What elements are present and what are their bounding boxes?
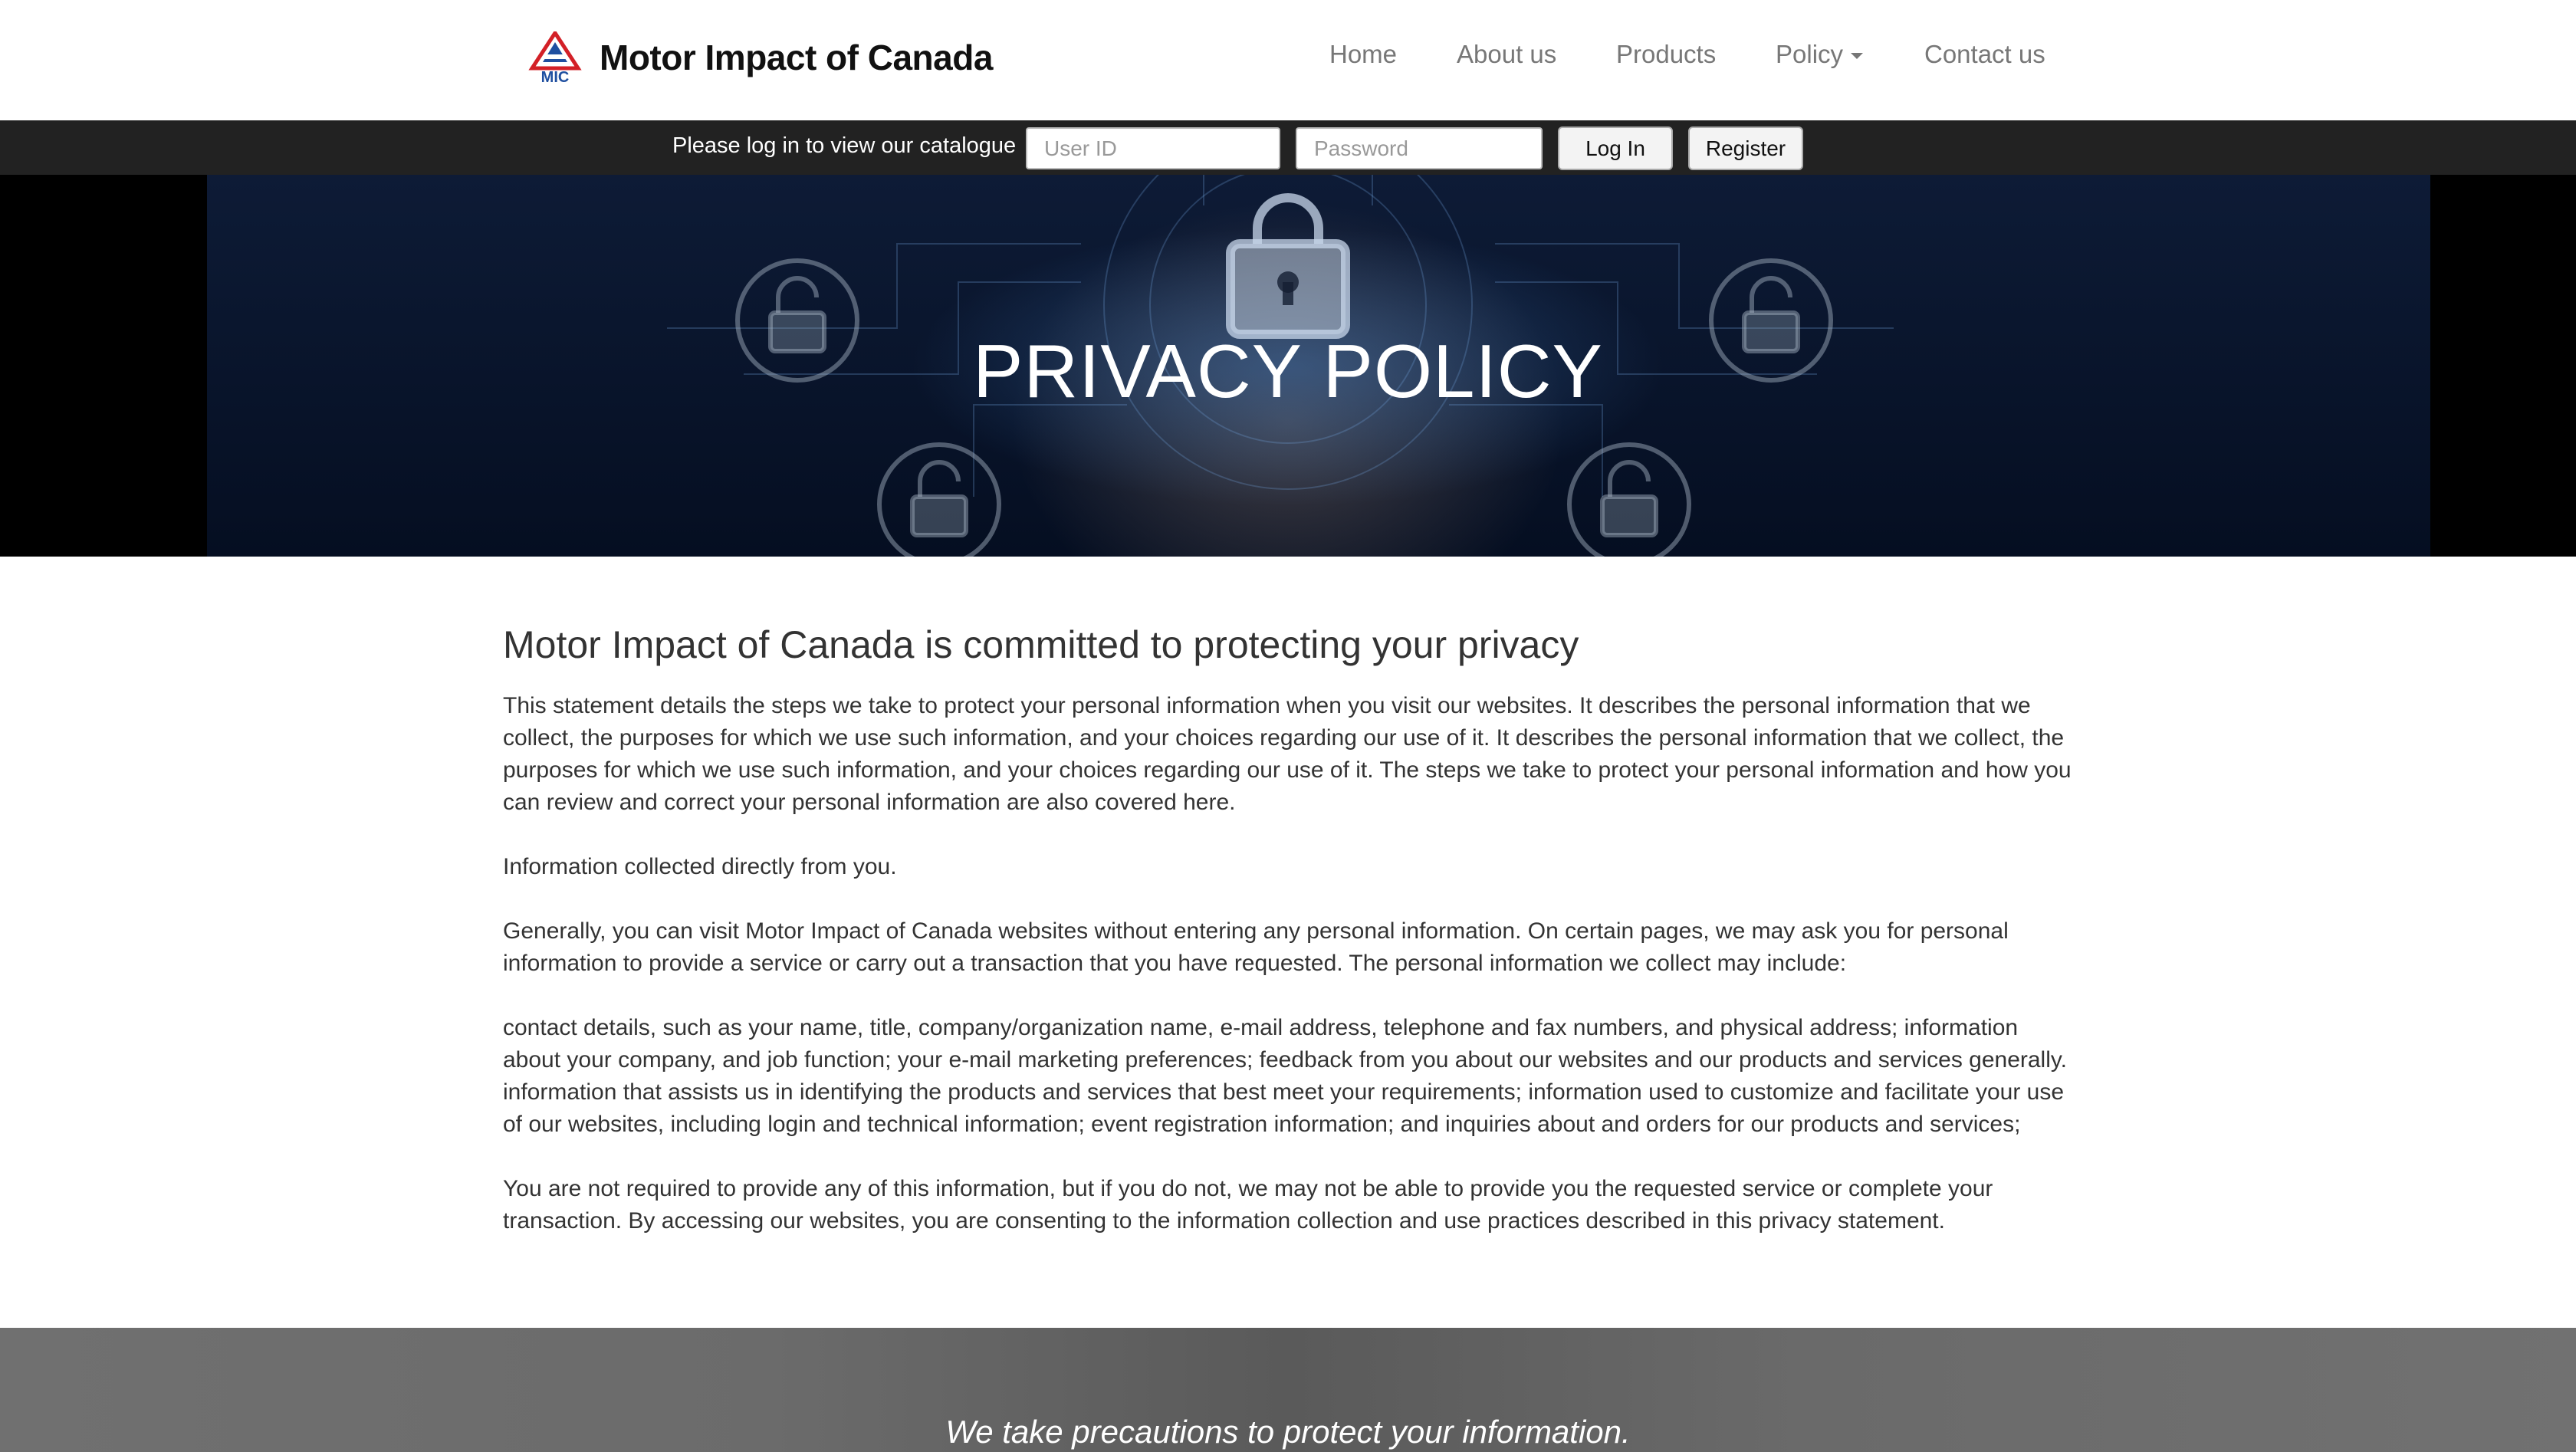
password-placeholder: Password bbox=[1314, 136, 1408, 160]
password-input[interactable]: Password bbox=[1296, 127, 1543, 169]
nav-contact-us[interactable]: Contact us bbox=[1924, 40, 2045, 69]
nav-policy-dropdown[interactable]: Policy bbox=[1776, 40, 1864, 69]
user-id-input[interactable]: User ID bbox=[1026, 127, 1280, 169]
hero-banner: PRIVACY POLICY bbox=[0, 175, 2576, 557]
register-button[interactable]: Register bbox=[1688, 126, 1803, 170]
page-title: PRIVACY POLICY bbox=[973, 329, 1603, 413]
subheading-collected: Information collected directly from you. bbox=[503, 854, 897, 879]
precautions-banner: We take precautions to protect your info… bbox=[0, 1328, 2576, 1452]
nav-home[interactable]: Home bbox=[1329, 40, 1397, 69]
section-heading: Motor Impact of Canada is committed to p… bbox=[503, 623, 1579, 666]
consent-paragraph: You are not required to provide any of t… bbox=[503, 1176, 1993, 1234]
padlock-icon bbox=[1226, 193, 1350, 339]
nav-products[interactable]: Products bbox=[1616, 40, 1716, 69]
nav-policy-label: Policy bbox=[1776, 40, 1844, 68]
collection-paragraph: Generally, you can visit Motor Impact of… bbox=[503, 918, 2009, 976]
login-button[interactable]: Log In bbox=[1558, 126, 1673, 170]
nav-about-us[interactable]: About us bbox=[1457, 40, 1556, 69]
details-paragraph: contact details, such as your name, titl… bbox=[503, 1015, 2067, 1137]
login-bar: Please log in to view our catalogue User… bbox=[0, 120, 2576, 175]
caret-down-icon bbox=[1851, 53, 1864, 60]
precautions-text: We take precautions to protect your info… bbox=[945, 1414, 1631, 1450]
main-menu: Home About us Products Policy Contact us bbox=[0, 40, 2576, 78]
user-id-placeholder: User ID bbox=[1044, 136, 1117, 160]
login-prompt: Please log in to view our catalogue bbox=[672, 133, 1017, 158]
top-navbar: MIC Motor Impact of Canada Home About us… bbox=[0, 0, 2576, 120]
policy-content: Motor Impact of Canada is committed to p… bbox=[503, 623, 2075, 1270]
intro-paragraph: This statement details the steps we take… bbox=[503, 693, 2072, 815]
